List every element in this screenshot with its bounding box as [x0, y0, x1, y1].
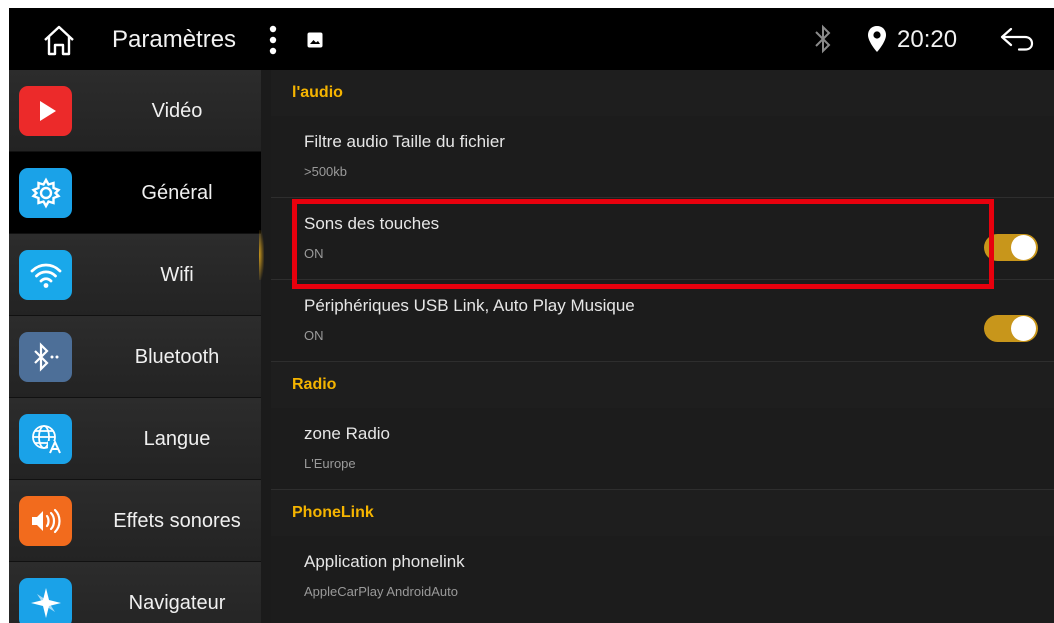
sidebar-item-label: Bluetooth: [134, 345, 220, 368]
sidebar-item-video[interactable]: Vidéo: [9, 70, 261, 152]
sidebar-item-effets-sonores[interactable]: Effets sonores: [9, 480, 261, 562]
speaker-icon: [19, 496, 72, 546]
setting-key-sounds[interactable]: Sons des touches ON: [271, 198, 1054, 280]
image-icon: [305, 30, 325, 50]
location-pin-icon: [864, 22, 890, 56]
section-header-audio: l'audio: [271, 70, 1054, 116]
setting-phonelink-app[interactable]: Application phonelink AppleCarPlay Andro…: [271, 536, 1054, 618]
sidebar-item-label: Effets sonores: [113, 509, 241, 532]
status-bar: Paramètres 20:20: [9, 8, 1054, 70]
section-header-radio: Radio: [271, 362, 1054, 408]
sidebar-item-bluetooth[interactable]: Bluetooth: [9, 316, 261, 398]
setting-value: ON: [304, 246, 324, 261]
sidebar-item-label: Vidéo: [151, 99, 203, 122]
sidebar-item-label: Langue: [143, 427, 211, 450]
settings-content: l'audio Filtre audio Taille du fichier >…: [271, 70, 1054, 623]
sidebar-item-label: Wifi: [160, 263, 194, 286]
active-indicator: [259, 230, 264, 280]
home-icon[interactable]: [39, 20, 79, 60]
play-icon: [19, 86, 72, 136]
globe-language-icon: [19, 414, 72, 464]
setting-value: L'Europe: [304, 456, 356, 471]
setting-title: Filtre audio Taille du fichier: [304, 132, 505, 151]
sidebar-item-general[interactable]: Général: [9, 152, 261, 234]
usb-autoplay-toggle[interactable]: [984, 315, 1038, 342]
sidebar-item-langue[interactable]: Langue: [9, 398, 261, 480]
setting-title: Périphériques USB Link, Auto Play Musiqu…: [304, 296, 635, 315]
sidebar: Vidéo Général Wifi Bluetooth Langue Effe…: [9, 70, 264, 623]
toggle-knob: [1011, 316, 1036, 341]
setting-radio-zone[interactable]: zone Radio L'Europe: [271, 408, 1054, 490]
bluetooth-icon: [808, 22, 838, 56]
setting-value: AppleCarPlay AndroidAuto: [304, 584, 458, 599]
back-arrow-icon[interactable]: [995, 22, 1039, 56]
setting-title: Application phonelink: [304, 552, 465, 571]
bluetooth-icon: [19, 332, 72, 382]
sidebar-item-label: Navigateur: [128, 591, 226, 614]
setting-title: zone Radio: [304, 424, 391, 443]
sidebar-item-label: Général: [141, 181, 213, 204]
wifi-icon: [19, 250, 72, 300]
setting-title: Sons des touches: [304, 214, 440, 233]
setting-usb-link-autoplay[interactable]: Périphériques USB Link, Auto Play Musiqu…: [271, 280, 1054, 362]
more-vert-icon[interactable]: [265, 24, 281, 56]
app-title: Paramètres: [112, 26, 237, 53]
gear-icon: [19, 168, 72, 218]
sidebar-item-navigateur[interactable]: Navigateur: [9, 562, 261, 623]
toggle-knob: [1011, 235, 1036, 260]
sidebar-item-wifi[interactable]: Wifi: [9, 234, 261, 316]
compass-icon: [19, 578, 72, 623]
key-sounds-toggle[interactable]: [984, 234, 1038, 261]
screen: Paramètres 20:20 Vidéo Général Wifi Blue…: [9, 8, 1054, 623]
setting-value: ON: [304, 328, 324, 343]
clock: 20:20: [897, 26, 958, 53]
section-header-phonelink: PhoneLink: [271, 490, 1054, 536]
setting-audio-filter[interactable]: Filtre audio Taille du fichier >500kb: [271, 116, 1054, 198]
setting-value: >500kb: [304, 164, 348, 179]
